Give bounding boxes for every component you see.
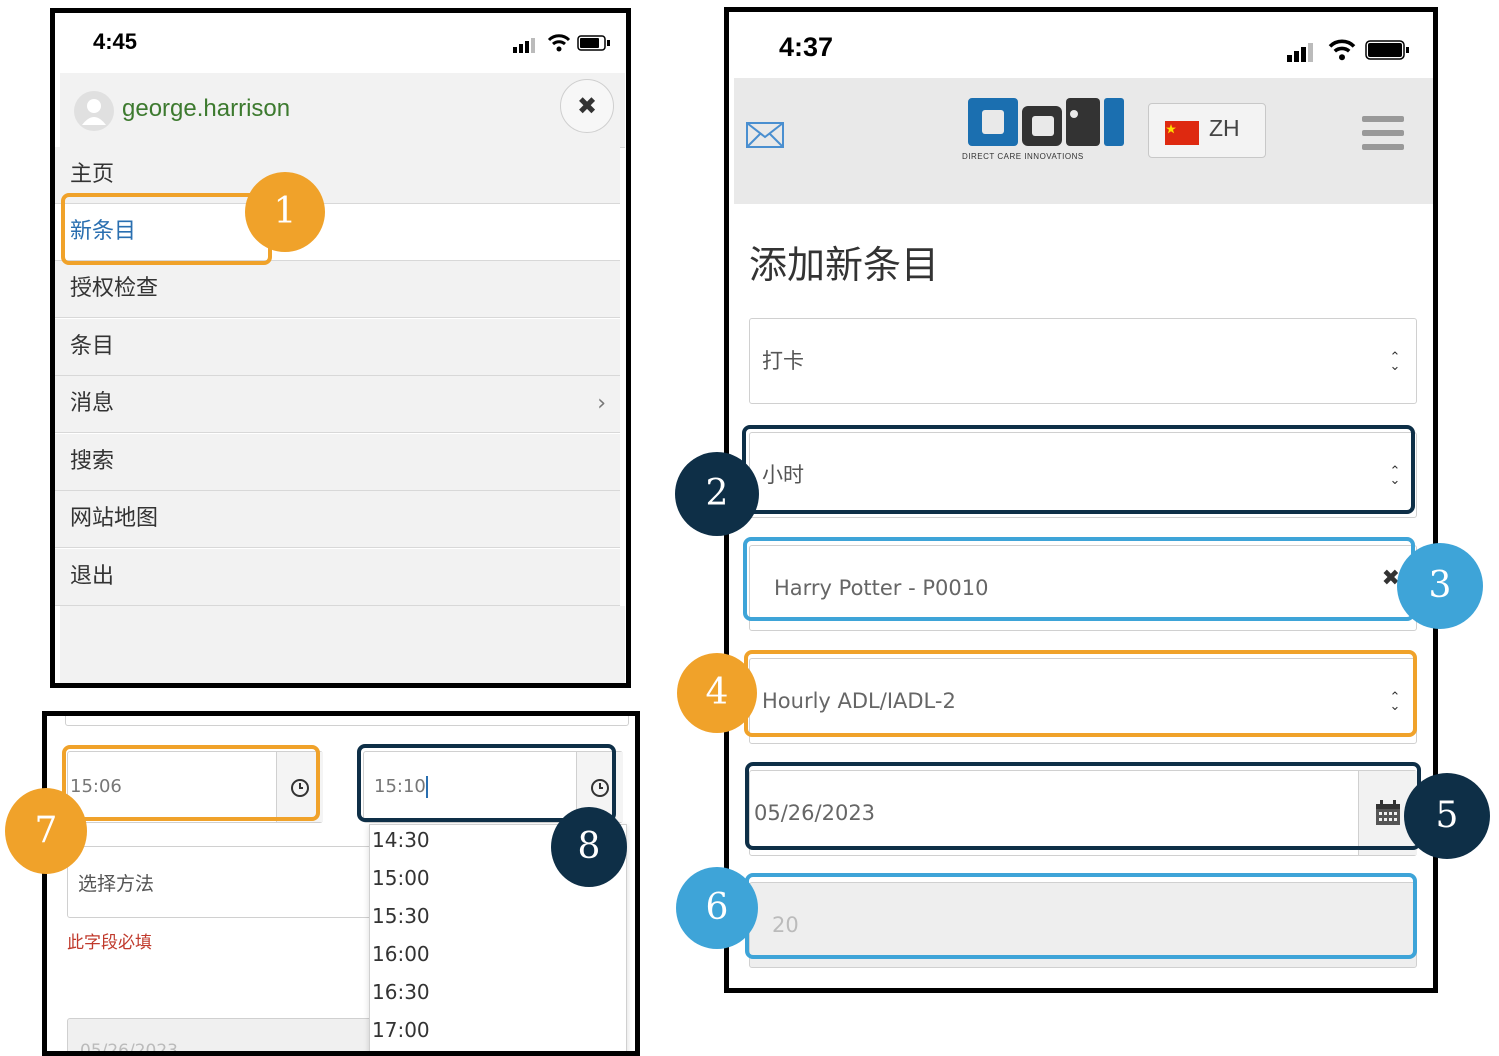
service-value: Hourly ADL/IADL-2	[762, 689, 956, 713]
close-button[interactable]: ✖	[560, 79, 614, 133]
menu-item-entries[interactable]: 条目	[55, 319, 620, 376]
status-time: 4:37	[779, 32, 834, 62]
method-placeholder: 选择方法	[78, 873, 155, 895]
user-icon	[82, 99, 106, 125]
date-field[interactable]: 05/26/2023	[749, 770, 1417, 856]
step-badge-6: 6	[676, 867, 758, 949]
china-flag-icon	[1165, 121, 1199, 145]
client-field[interactable]: Harry Potter - P0010 ✖	[749, 545, 1417, 631]
app-header: DIRECT CARE INNOVATIONS ZH	[734, 78, 1433, 204]
end-time-value: 15:10	[374, 776, 428, 798]
menu-item-label: 条目	[70, 334, 115, 359]
step-badge-3: 3	[1397, 543, 1483, 629]
time-option[interactable]: 16:30	[372, 980, 430, 1004]
field-top-edge	[65, 716, 629, 726]
avatar	[74, 91, 114, 131]
menu-item-label: 搜索	[70, 449, 115, 474]
step-badge-5: 5	[1404, 773, 1490, 859]
time-picker-panel: 15:06 15:10 选择方法 此字段必填 05/26/2023	[42, 711, 640, 1056]
wifi-icon	[547, 33, 571, 53]
menu-item-logout[interactable]: 退出	[55, 549, 620, 606]
menu-item-label: 消息	[70, 391, 115, 416]
menu-item-search[interactable]: 搜索	[55, 434, 620, 491]
language-button[interactable]: ZH	[1148, 103, 1266, 158]
select-arrows-icon: ⌃ ⌄	[1389, 464, 1401, 488]
menu-item-label: 主页	[70, 162, 115, 187]
menu-footer-space	[60, 606, 625, 683]
step-badge-2: 2	[675, 452, 759, 536]
unit-select[interactable]: 小时 ⌃ ⌄	[749, 432, 1417, 518]
date-value: 05/26/2023	[754, 801, 876, 825]
client-value: Harry Potter - P0010	[774, 576, 989, 600]
menu-item-sitemap[interactable]: 网站地图	[55, 491, 620, 548]
step-badge-8: 8	[551, 807, 627, 887]
wifi-icon	[1327, 38, 1357, 62]
menu-header: george.harrison ✖	[60, 73, 625, 148]
step-badge-4: 4	[677, 653, 757, 733]
service-select[interactable]: Hourly ADL/IADL-2 ⌃ ⌄	[749, 658, 1417, 744]
start-time-field[interactable]: 15:06	[67, 751, 323, 823]
select-arrows-icon: ⌃ ⌄	[1389, 350, 1401, 374]
menu-item-messages[interactable]: 消息 ›	[55, 376, 620, 433]
time-option[interactable]: 14:30	[372, 828, 430, 852]
battery-icon	[577, 35, 611, 51]
menu-item-label: 授权检查	[70, 276, 159, 301]
calendar-icon	[1376, 800, 1400, 825]
menu-item-new-entry[interactable]: 新条目	[55, 204, 620, 261]
menu-item-label: 网站地图	[70, 506, 159, 531]
time-option[interactable]: 16:00	[372, 942, 430, 966]
menu-item-label: 新条目	[70, 219, 137, 244]
mail-icon[interactable]	[746, 122, 784, 152]
dci-logo: DIRECT CARE INNOVATIONS	[962, 96, 1132, 168]
new-entry-panel: 4:37 DIRECT CARE INNOVATIONS ZH 添加新条目 打卡…	[724, 7, 1438, 993]
page-title: 添加新条目	[749, 243, 940, 287]
status-time: 4:45	[93, 29, 138, 54]
chevron-right-icon: ›	[597, 391, 606, 416]
unit-value: 小时	[762, 463, 804, 487]
signal-icon	[1287, 42, 1319, 62]
language-label: ZH	[1209, 115, 1240, 141]
entry-type-value: 打卡	[762, 349, 804, 373]
required-error: 此字段必填	[67, 933, 152, 953]
start-time-clock-button[interactable]	[276, 752, 323, 822]
amount-value: 20	[772, 913, 799, 937]
end-time-text: 15:10	[374, 776, 426, 797]
clock-icon	[291, 779, 309, 797]
menu-item-label: 退出	[70, 564, 115, 589]
logo-icon	[968, 98, 1124, 146]
amount-field: 20	[749, 882, 1417, 968]
step-badge-1: 1	[245, 172, 325, 252]
select-arrows-icon: ⌃ ⌄	[1389, 690, 1401, 714]
menu-item-auth-check[interactable]: 授权检查	[55, 261, 620, 318]
logo-text: DIRECT CARE INNOVATIONS	[962, 152, 1084, 161]
close-icon: ✖	[576, 92, 598, 120]
time-option[interactable]: 17:00	[372, 1018, 430, 1042]
hamburger-menu-icon[interactable]	[1362, 116, 1404, 150]
entry-type-select[interactable]: 打卡 ⌃ ⌄	[749, 318, 1417, 404]
step-badge-7: 7	[5, 788, 87, 874]
battery-icon	[1365, 40, 1413, 60]
text-cursor	[425, 776, 428, 798]
time-option[interactable]: 15:00	[372, 866, 430, 890]
menu-item-home[interactable]: 主页	[55, 147, 620, 204]
menu-screenshot-panel: 4:45 george.harrison ✖ 主页 新条目 授权检查 条目 消息…	[50, 8, 631, 688]
time-option[interactable]: 15:30	[372, 904, 430, 928]
partial-date-value: 05/26/2023	[80, 1041, 178, 1056]
username-link[interactable]: george.harrison	[122, 95, 290, 123]
start-time-value: 15:06	[70, 776, 122, 797]
clock-icon	[591, 779, 609, 797]
signal-icon	[513, 37, 541, 53]
